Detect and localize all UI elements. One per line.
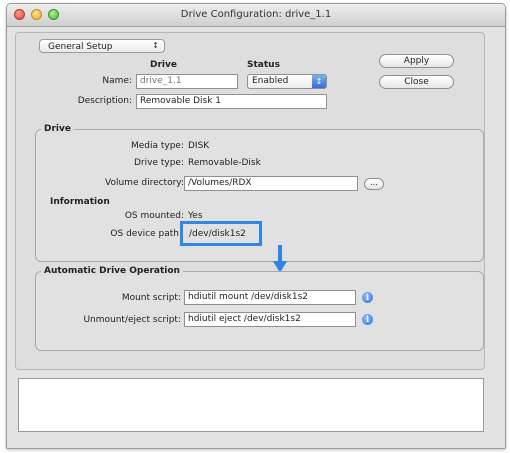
general-setup-label: General Setup [48, 42, 113, 52]
status-column-header: Status [247, 60, 280, 70]
close-button[interactable]: Close [379, 75, 454, 89]
media-type-value: DISK [188, 141, 210, 151]
unmount-script-field[interactable]: hdiutil eject /dev/disk1s2 [184, 312, 356, 327]
unmount-script-label: Unmount/eject script: [83, 315, 181, 325]
volume-directory-field[interactable]: /Volumes/RDX [184, 176, 358, 191]
description-label: Description: [77, 96, 132, 106]
name-label: Name: [102, 76, 132, 86]
volume-directory-label: Volume directory: [105, 178, 184, 188]
name-field[interactable]: drive_1.1 [136, 74, 238, 89]
os-mounted-label: OS mounted: [124, 211, 184, 221]
status-value: Enabled [252, 76, 289, 86]
os-device-path-highlight [180, 221, 262, 246]
drive-group-title: Drive [41, 124, 74, 134]
os-mounted-value: Yes [188, 211, 203, 221]
drive-type-label: Drive type: [134, 158, 184, 168]
drive-type-value: Removable-Disk [188, 158, 261, 168]
description-field[interactable]: Removable Disk 1 [136, 94, 327, 109]
info-icon[interactable]: i [362, 292, 373, 303]
browse-button[interactable]: ... [364, 178, 384, 190]
down-arrow-icon [273, 245, 287, 273]
mount-script-field[interactable]: hdiutil mount /dev/disk1s2 [184, 290, 356, 305]
up-down-arrows-icon: ↕ [312, 75, 326, 88]
information-header: Information [50, 197, 110, 207]
status-popup[interactable]: Enabled ↕ [247, 74, 327, 89]
drive-column-header: Drive [150, 60, 177, 70]
up-down-arrows-icon: ↕ [152, 41, 159, 50]
media-type-label: Media type: [130, 141, 184, 151]
title-bar[interactable]: Drive Configuration: drive_1.1 [7, 4, 505, 27]
window-title: Drive Configuration: drive_1.1 [180, 9, 332, 20]
automatic-drive-operation-group-box [35, 271, 484, 351]
automatic-drive-operation-title: Automatic Drive Operation [41, 266, 183, 276]
mount-script-label: Mount script: [121, 293, 181, 303]
os-device-path-label: OS device path: [110, 229, 182, 239]
log-panel [18, 378, 484, 432]
apply-button[interactable]: Apply [379, 54, 454, 68]
general-setup-popup[interactable]: General Setup ↕ [39, 39, 165, 53]
info-icon[interactable]: i [362, 314, 373, 325]
